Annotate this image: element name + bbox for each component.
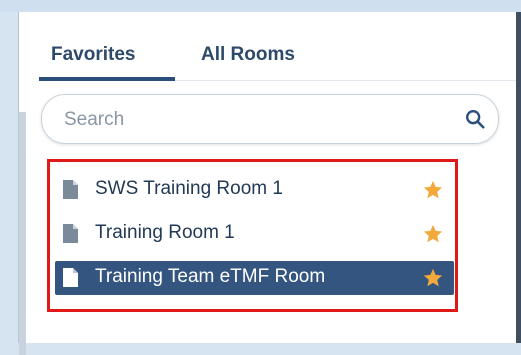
tab-all-rooms[interactable]: All Rooms bbox=[201, 44, 295, 66]
search-icon[interactable] bbox=[464, 108, 486, 130]
list-item-selected[interactable]: Training Team eTMF Room bbox=[55, 261, 454, 295]
tab-favorites[interactable]: Favorites bbox=[51, 44, 135, 66]
scrollbar[interactable] bbox=[19, 112, 26, 355]
room-label: SWS Training Room 1 bbox=[95, 178, 283, 199]
room-tabs: Favorites All Rooms bbox=[19, 12, 518, 82]
document-icon bbox=[63, 180, 78, 199]
app-frame: Favorites All Rooms SWS Training Room 1 bbox=[0, 0, 521, 355]
list-item[interactable]: Training Room 1 bbox=[55, 217, 454, 251]
window-edge bbox=[516, 12, 521, 343]
rooms-panel: Favorites All Rooms SWS Training Room 1 bbox=[18, 12, 518, 355]
room-label: Training Team eTMF Room bbox=[95, 266, 326, 287]
star-icon[interactable] bbox=[422, 223, 444, 245]
star-icon[interactable] bbox=[422, 267, 444, 289]
document-icon bbox=[63, 268, 78, 287]
left-gutter bbox=[0, 12, 18, 343]
active-tab-indicator bbox=[39, 77, 175, 81]
star-icon[interactable] bbox=[422, 179, 444, 201]
document-icon bbox=[63, 224, 78, 243]
list-item[interactable]: SWS Training Room 1 bbox=[55, 173, 454, 207]
room-label: Training Room 1 bbox=[95, 222, 235, 243]
search-box bbox=[41, 94, 499, 144]
search-input[interactable] bbox=[62, 105, 436, 135]
